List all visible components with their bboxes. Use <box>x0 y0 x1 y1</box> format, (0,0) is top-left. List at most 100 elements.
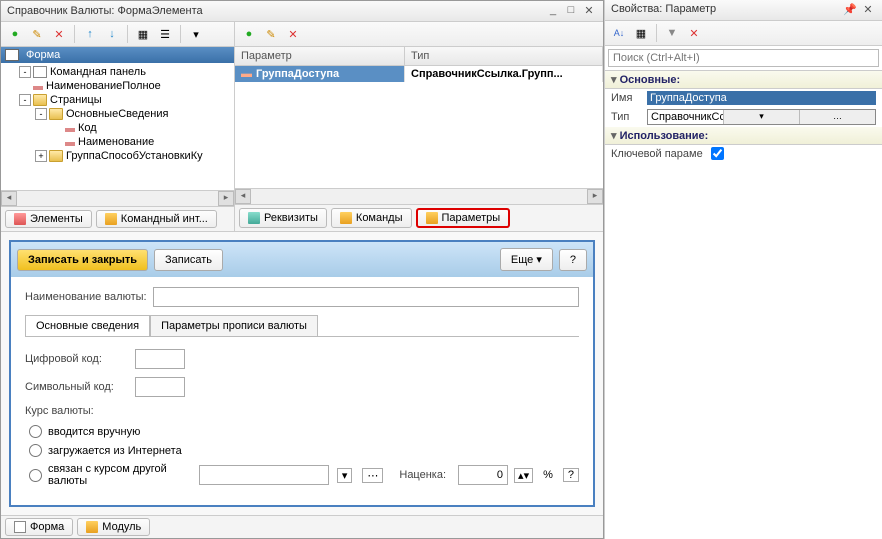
tree-node[interactable]: -Страницы <box>3 93 232 107</box>
tree-node[interactable]: Код <box>3 121 232 135</box>
tab-command-interface[interactable]: Командный инт... <box>96 210 217 228</box>
group-icon[interactable]: ☰ <box>155 24 175 44</box>
grid-row[interactable]: ▬ГруппаДоступа СправочникСсылка.Групп... <box>235 66 603 82</box>
save-close-button[interactable]: Записать и закрыть <box>17 249 148 271</box>
help-button[interactable]: ? <box>559 249 587 271</box>
ellipsis-icon[interactable]: … <box>799 110 875 124</box>
maximize-icon[interactable]: □ <box>563 4 579 18</box>
scroll-left-icon[interactable]: ◂ <box>235 189 251 204</box>
delete-icon[interactable]: ✕ <box>49 24 69 44</box>
tree-node[interactable]: НаименованиеПолное <box>3 79 232 93</box>
add-icon[interactable]: ● <box>5 24 25 44</box>
prop-name: Имя ГруппаДоступа <box>605 89 882 107</box>
radio-linked[interactable]: связан с курсом другой валюты ▾ ⋯ Наценк… <box>29 463 579 487</box>
form-preview: Записать и закрыть Записать Еще ▾ ? Наим… <box>9 240 595 507</box>
prop-key: Имя <box>611 92 647 104</box>
prop-key: Тип <box>611 111 647 123</box>
tab-spelling[interactable]: Параметры прописи валюты <box>150 315 318 336</box>
dropdown-icon[interactable]: ▾ <box>337 468 353 483</box>
close-icon[interactable]: ✕ <box>860 3 876 17</box>
filter-icon[interactable]: ▼ <box>662 23 682 43</box>
horizontal-scrollbar[interactable]: ◂ ▸ <box>1 190 234 206</box>
dropdown-icon[interactable]: ▾ <box>186 24 206 44</box>
expander-icon[interactable]: - <box>35 108 47 120</box>
pin-icon[interactable]: 📌 <box>842 3 858 17</box>
section-main[interactable]: Основные: <box>605 71 882 89</box>
open-icon[interactable]: ⋯ <box>362 468 383 483</box>
tab-attributes[interactable]: Реквизиты <box>239 208 327 228</box>
tab-label: Модуль <box>102 521 141 533</box>
tab-elements[interactable]: Элементы <box>5 210 92 228</box>
separator <box>127 25 128 43</box>
folder-icon <box>33 94 47 106</box>
tree-node[interactable]: - Командная панель <box>3 65 232 79</box>
col-parameter[interactable]: Параметр <box>235 47 405 65</box>
tree-node[interactable]: - ОсновныеСведения <box>3 107 232 121</box>
search-input[interactable] <box>608 49 879 67</box>
save-button[interactable]: Записать <box>154 249 223 271</box>
move-up-icon[interactable]: ↑ <box>80 24 100 44</box>
name-input[interactable]: ГруппаДоступа <box>647 91 876 105</box>
field-icon <box>65 128 75 132</box>
dropdown-icon[interactable]: ▾ <box>723 110 799 124</box>
expander-icon[interactable]: - <box>19 66 31 78</box>
scroll-track[interactable] <box>251 189 587 204</box>
grid-icon[interactable]: ▦ <box>133 24 153 44</box>
parameters-panel: ● ✎ ✕ Параметр Тип ▬ГруппаДоступа Справо… <box>235 22 603 231</box>
minimize-icon[interactable]: _ <box>545 4 561 18</box>
tab-commands[interactable]: Команды <box>331 208 412 228</box>
expander-icon[interactable]: + <box>35 150 47 162</box>
symbol-code-label: Символьный код: <box>25 381 129 393</box>
edit-icon[interactable]: ✎ <box>27 24 47 44</box>
grid-body[interactable]: ▬ГруппаДоступа СправочникСсылка.Групп... <box>235 66 603 188</box>
col-type[interactable]: Тип <box>405 47 603 65</box>
more-button[interactable]: Еще ▾ <box>500 248 553 271</box>
edit-icon[interactable]: ✎ <box>261 24 281 44</box>
scroll-left-icon[interactable]: ◂ <box>1 191 17 206</box>
markup-input[interactable] <box>458 465 508 485</box>
module-icon <box>86 521 98 533</box>
form-preview-area: Записать и закрыть Записать Еще ▾ ? Наим… <box>1 232 603 515</box>
radio-internet[interactable]: загружается из Интернета <box>29 444 579 457</box>
close-icon[interactable]: ✕ <box>581 4 597 18</box>
linked-currency-input[interactable] <box>199 465 329 485</box>
section-usage[interactable]: Использование: <box>605 127 882 145</box>
cell-param: ▬ГруппаДоступа <box>235 66 405 82</box>
categorize-icon[interactable]: ▦ <box>631 23 651 43</box>
tab-label: Командный инт... <box>121 213 208 225</box>
separator <box>656 24 657 42</box>
currency-name-label: Наименование валюты: <box>25 291 147 303</box>
tab-main-info[interactable]: Основные сведения <box>25 315 150 336</box>
symbol-code-input[interactable] <box>135 377 185 397</box>
tree-label: Командная панель <box>50 66 146 78</box>
tab-label: Параметры <box>442 212 501 224</box>
help-icon[interactable]: ? <box>563 468 579 482</box>
key-parameter-checkbox[interactable] <box>711 147 724 160</box>
spinner-icon[interactable]: ▴▾ <box>514 468 533 483</box>
type-combo[interactable]: СправочникСсылка.ГруппыПользоват▾… <box>647 109 876 125</box>
expander-icon[interactable]: - <box>19 94 31 106</box>
form-tree[interactable]: - Командная панельНаименованиеПолное-Стра… <box>1 63 234 190</box>
tab-form[interactable]: Форма <box>5 518 73 536</box>
sort-az-icon[interactable]: A↓ <box>609 23 629 43</box>
clear-icon[interactable]: ✕ <box>684 23 704 43</box>
delete-icon[interactable]: ✕ <box>283 24 303 44</box>
add-icon[interactable]: ● <box>239 24 259 44</box>
tree-label: ОсновныеСведения <box>66 108 168 120</box>
digital-code-input[interactable] <box>135 349 185 369</box>
horizontal-scrollbar[interactable]: ◂ ▸ <box>235 188 603 204</box>
tree-node[interactable]: +ГруппаСпособУстановкиКу <box>3 149 232 163</box>
preview-body: Наименование валюты: Основные сведения П… <box>11 277 593 503</box>
tab-parameters[interactable]: Параметры <box>416 208 511 228</box>
radio-manual[interactable]: вводится вручную <box>29 425 579 438</box>
scroll-right-icon[interactable]: ▸ <box>218 191 234 206</box>
scroll-track[interactable] <box>17 191 218 206</box>
prop-key: Ключевой параме <box>611 148 711 160</box>
radio-label: связан с курсом другой валюты <box>48 463 187 487</box>
currency-name-input[interactable] <box>153 287 579 307</box>
right-tabs: Реквизиты Команды Параметры <box>235 204 603 231</box>
scroll-right-icon[interactable]: ▸ <box>587 189 603 204</box>
move-down-icon[interactable]: ↓ <box>102 24 122 44</box>
tree-node[interactable]: Наименование <box>3 135 232 149</box>
tab-module[interactable]: Модуль <box>77 518 150 536</box>
